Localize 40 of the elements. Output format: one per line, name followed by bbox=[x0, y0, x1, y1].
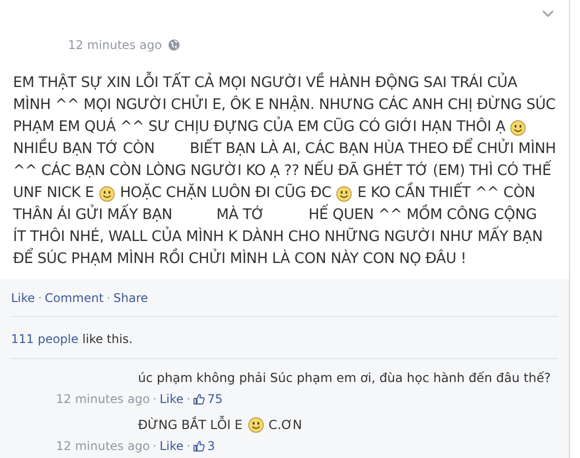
likes-text: like this. bbox=[82, 331, 133, 348]
post-text: MÌNH ^^ MỌI NGƯỜI CHỬI E, ÔK E NHẬN. NHƯNG CÁC ANH CHỊ ĐỪNG SÚC bbox=[13, 96, 556, 115]
action-link[interactable]: Like bbox=[11, 289, 35, 307]
post-text: BIẾT BẠN LÀ AI, CÁC BẠN HÙA THEO ĐỂ CHỬI MÌNH bbox=[190, 140, 556, 159]
thumbs-up-icon bbox=[193, 440, 206, 452]
smiley-icon bbox=[336, 186, 352, 202]
separator-dot: · bbox=[152, 391, 157, 408]
comment-text: ĐỪNG BẮT LỖI E bbox=[138, 416, 243, 434]
post-text: ĐỂ SÚC PHẠM MÌNH RỒI CHỬI MÌNH LÀ CON NÀY CON NỌ ĐÂU ! bbox=[13, 250, 466, 269]
post-text: PHẠM EM QUÁ ^^ SƯ CHỊU ĐỰNG CỦA EM CŨG CÓ GIỚI HẠN THÔI Ạ bbox=[13, 118, 506, 137]
post-text: EM THẬT SỰ XIN LỖI TẤT CẢ MỌI NGƯỜI VỀ HÀNH ĐỘNG SAI TRÁI CỦA bbox=[13, 74, 518, 93]
like-count-link[interactable]: 75 bbox=[207, 390, 223, 408]
comment-text: C.ƠN bbox=[268, 416, 302, 434]
post-text: THÂN ÁI GỬI MẤY BẠN bbox=[13, 206, 172, 225]
post-text: UNF NICK E bbox=[13, 184, 94, 203]
comment-text: úc phạm không phải Súc phạm em ơi, đùa học hành đến đâu thế? bbox=[138, 368, 551, 387]
smiley-icon bbox=[510, 120, 526, 136]
separator-dot: · bbox=[186, 391, 190, 408]
smiley-icon bbox=[248, 417, 264, 433]
smiley-icon bbox=[98, 186, 115, 202]
globe-icon bbox=[168, 39, 180, 51]
thumbs-up-icon bbox=[193, 393, 206, 405]
likes-count-link[interactable]: 111 people bbox=[11, 330, 78, 348]
post-text: HẾ QUEN ^^ MỒM CÔNG CỘNG bbox=[308, 206, 537, 225]
chevron-down-icon[interactable] bbox=[542, 10, 554, 18]
like-count-link[interactable]: 3 bbox=[207, 437, 216, 455]
action-link[interactable]: Comment bbox=[44, 289, 104, 307]
post-text: NHIỀU BẠN TỚ CÒN bbox=[13, 140, 155, 159]
like-link[interactable]: Like bbox=[160, 437, 184, 455]
separator-dot: · bbox=[106, 290, 110, 307]
separator-dot: · bbox=[186, 438, 190, 455]
post-text: E KO CẦN THIẾT ^^ CÒN bbox=[357, 184, 536, 203]
post-text: MÀ TỚ bbox=[216, 206, 264, 225]
action-link[interactable]: Share bbox=[113, 289, 148, 307]
separator-dot: · bbox=[38, 290, 42, 307]
separator-dot: · bbox=[152, 438, 157, 455]
like-link[interactable]: Like bbox=[160, 390, 184, 408]
post-text: HOẶC CHẶN LUÔN ĐI CŨG ĐC bbox=[120, 184, 332, 203]
post-text: ^^ CÁC BẠN CÒN LÒNG NGƯỜI KO Ạ ?? NẾU ĐÃ GHÉT TỚ (EM) THÌ CÓ THẾ bbox=[13, 162, 552, 181]
post-text: ÍT THÔI NHÉ, WALL CỦA MÌNH K DÀNH CHO NHỮNG NGƯỜI NHƯ MẤY BẠN bbox=[13, 228, 543, 247]
